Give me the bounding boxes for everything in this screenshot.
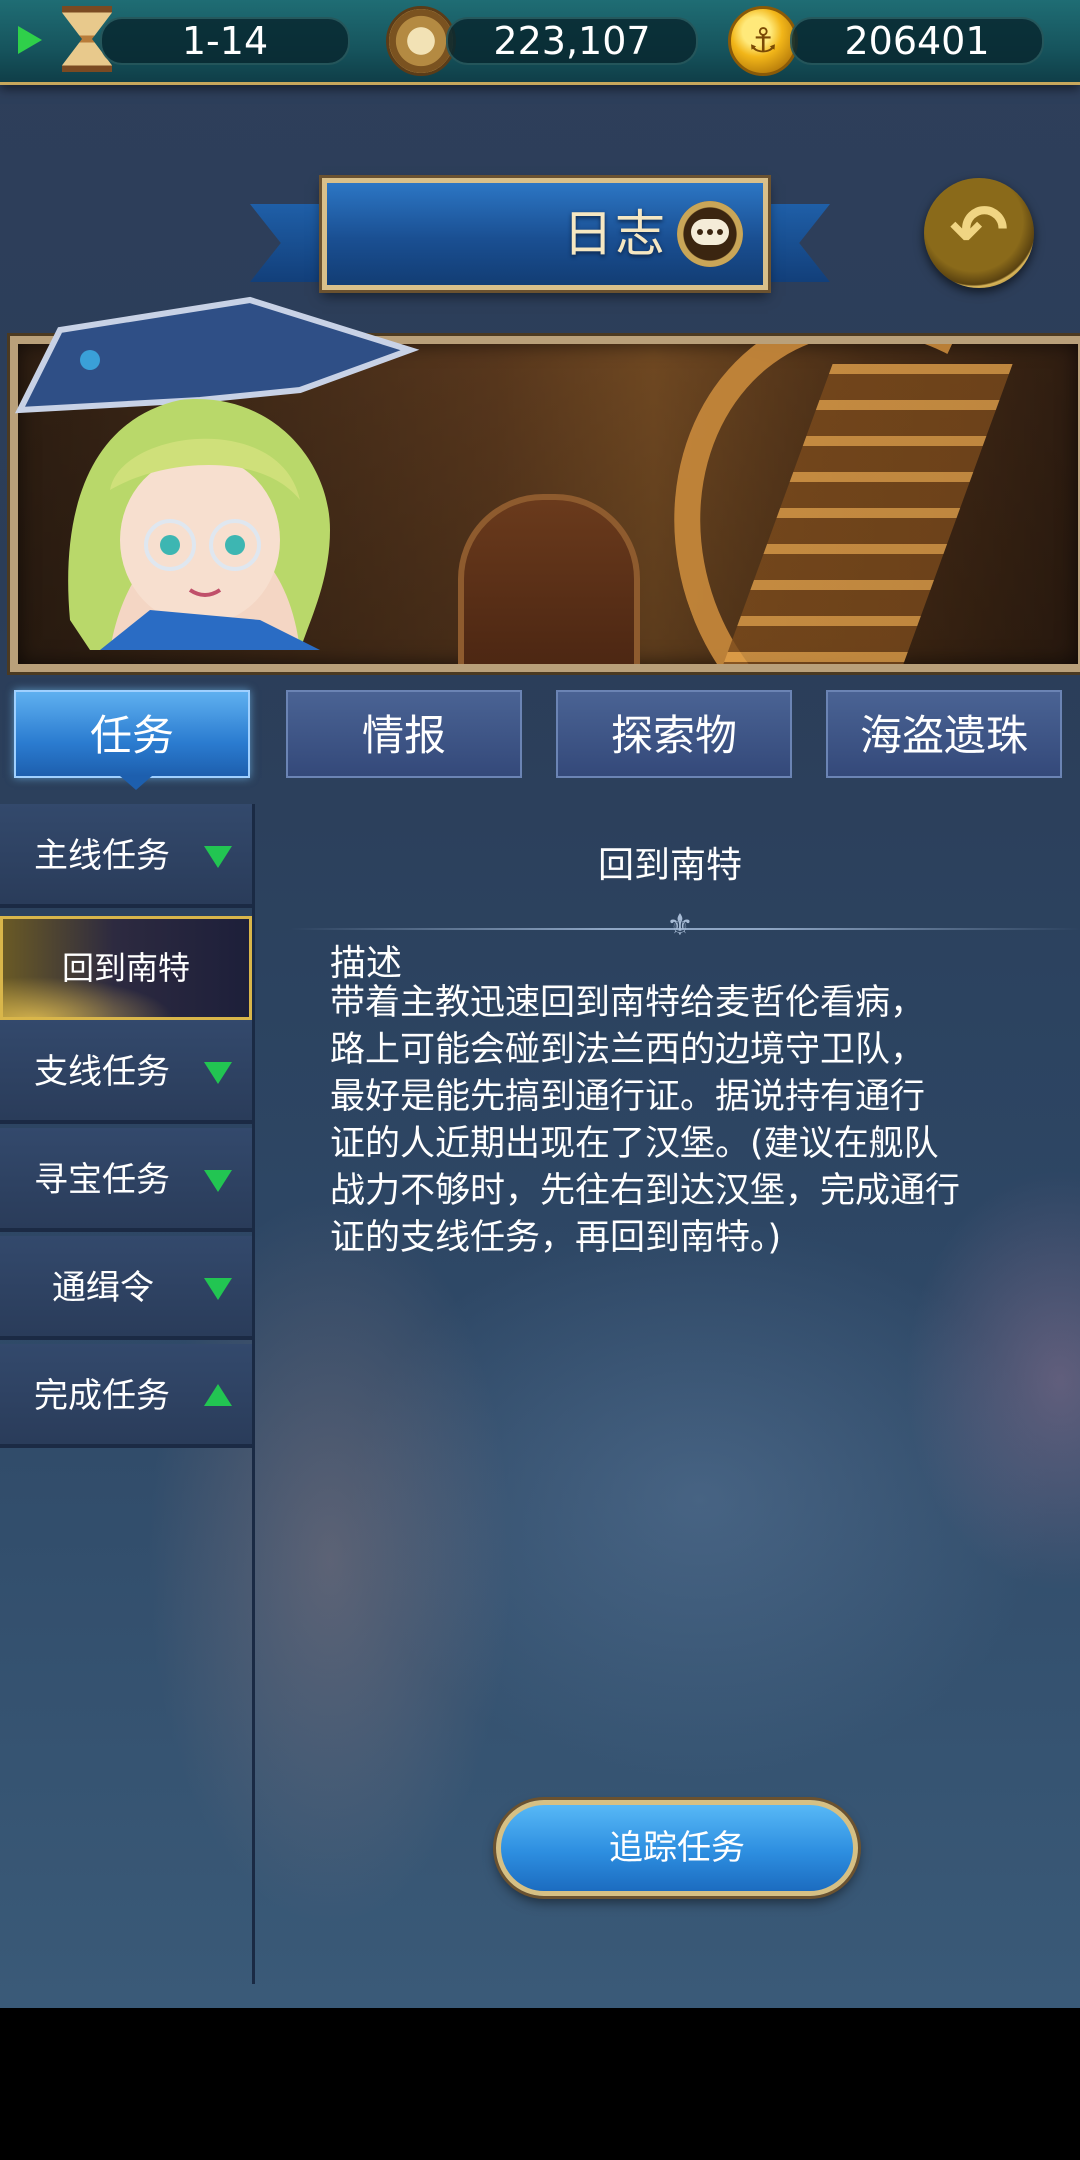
sidebar-item-label: 支线任务 — [34, 1052, 170, 1092]
task-category-sidebar: 主线任务 回到南特 支线任务 寻宝任务 通缉令 完成任务 — [0, 804, 255, 1984]
sidebar-item-side-quest[interactable]: 支线任务 — [0, 1020, 252, 1124]
banner-body: 日志 — [322, 178, 768, 290]
resource-bar: 1-14 223,107 ⚓ 206401 — [0, 0, 1080, 85]
description-line: 路上可能会碰到法兰西的边境守卫队， — [330, 1030, 926, 1070]
chevron-down-icon — [204, 1278, 232, 1300]
gold-value: 206401 — [844, 19, 990, 63]
description-line: 带着主教迅速回到南特给麦哲伦看病， — [330, 983, 926, 1023]
tab-pirate-pearls[interactable]: 海盗遗珠 — [826, 690, 1062, 778]
chat-bubble-icon[interactable] — [677, 201, 743, 267]
description-line: 战力不够时，先往右到达汉堡，完成通行 — [330, 1171, 961, 1211]
stage-display: 1-14 — [100, 17, 350, 65]
game-screen: 1-14 223,107 ⚓ 206401 日志 ↶ 任务 情报 探索物 海盗遗… — [0, 0, 1080, 2160]
tab-label: 海盗遗珠 — [859, 711, 1028, 760]
back-button[interactable]: ↶ — [924, 178, 1034, 288]
quest-description: 带着主教迅速回到南特给麦哲伦看病， 路上可能会碰到法兰西的边境守卫队， 最好是能… — [330, 980, 1050, 1262]
chat-dot — [697, 229, 703, 235]
gold-resource: 206401 — [790, 17, 1044, 65]
sidebar-item-main-quest[interactable]: 主线任务 — [0, 804, 252, 908]
tab-label: 探索物 — [610, 711, 737, 760]
tab-tasks[interactable]: 任务 — [14, 690, 250, 778]
sidebar-item-treasure-quest[interactable]: 寻宝任务 — [0, 1128, 252, 1232]
door-illustration — [458, 494, 640, 664]
sidebar-item-label: 主线任务 — [34, 836, 170, 876]
description-line: 证的支线任务，再回到南特。) — [330, 1218, 782, 1258]
play-icon[interactable] — [18, 26, 42, 54]
chat-bubble-shape — [691, 219, 729, 245]
compass-resource: 223,107 — [446, 17, 698, 65]
back-arrow-icon: ↶ — [949, 189, 1009, 271]
active-tab-pointer — [120, 776, 152, 790]
track-quest-label: 追踪任务 — [609, 1828, 745, 1868]
tab-label: 情报 — [361, 711, 446, 760]
sidebar-item-label: 完成任务 — [34, 1376, 170, 1416]
stage-value: 1-14 — [181, 19, 269, 63]
chevron-down-icon — [204, 1062, 232, 1084]
quest-title: 回到南特 — [597, 845, 742, 886]
sidebar-item-label: 寻宝任务 — [34, 1160, 170, 1200]
chat-dot — [707, 229, 713, 235]
ornament-icon: ⚜ — [666, 908, 694, 943]
page-title: 日志 — [563, 205, 667, 263]
chevron-up-icon — [204, 1384, 232, 1406]
sidebar-item-completed[interactable]: 完成任务 — [0, 1344, 252, 1448]
gold-coin-icon: ⚓ — [728, 6, 798, 76]
sidebar-item-return-nantes[interactable]: 回到南特 — [0, 916, 252, 1020]
chevron-down-icon — [204, 1170, 232, 1192]
character-portrait — [15, 296, 420, 650]
description-label: 描述 — [330, 943, 403, 984]
tab-label: 任务 — [89, 711, 174, 760]
sidebar-item-label: 通缉令 — [52, 1268, 154, 1308]
description-line: 证的人近期出现在了汉堡。(建议在舰队 — [330, 1124, 939, 1164]
description-line: 最好是能先搞到通行证。据说持有通行 — [330, 1077, 926, 1117]
chat-dot — [717, 229, 723, 235]
sidebar-item-wanted[interactable]: 通缉令 — [0, 1236, 252, 1340]
title-banner: 日志 — [250, 178, 830, 294]
tab-explorations[interactable]: 探索物 — [556, 690, 792, 778]
track-quest-button[interactable]: 追踪任务 — [496, 1800, 858, 1896]
chevron-down-icon — [204, 846, 232, 868]
tab-intel[interactable]: 情报 — [286, 690, 522, 778]
bottom-bar — [0, 2008, 1080, 2160]
compass-value: 223,107 — [493, 19, 651, 63]
sidebar-item-label: 回到南特 — [61, 949, 190, 987]
